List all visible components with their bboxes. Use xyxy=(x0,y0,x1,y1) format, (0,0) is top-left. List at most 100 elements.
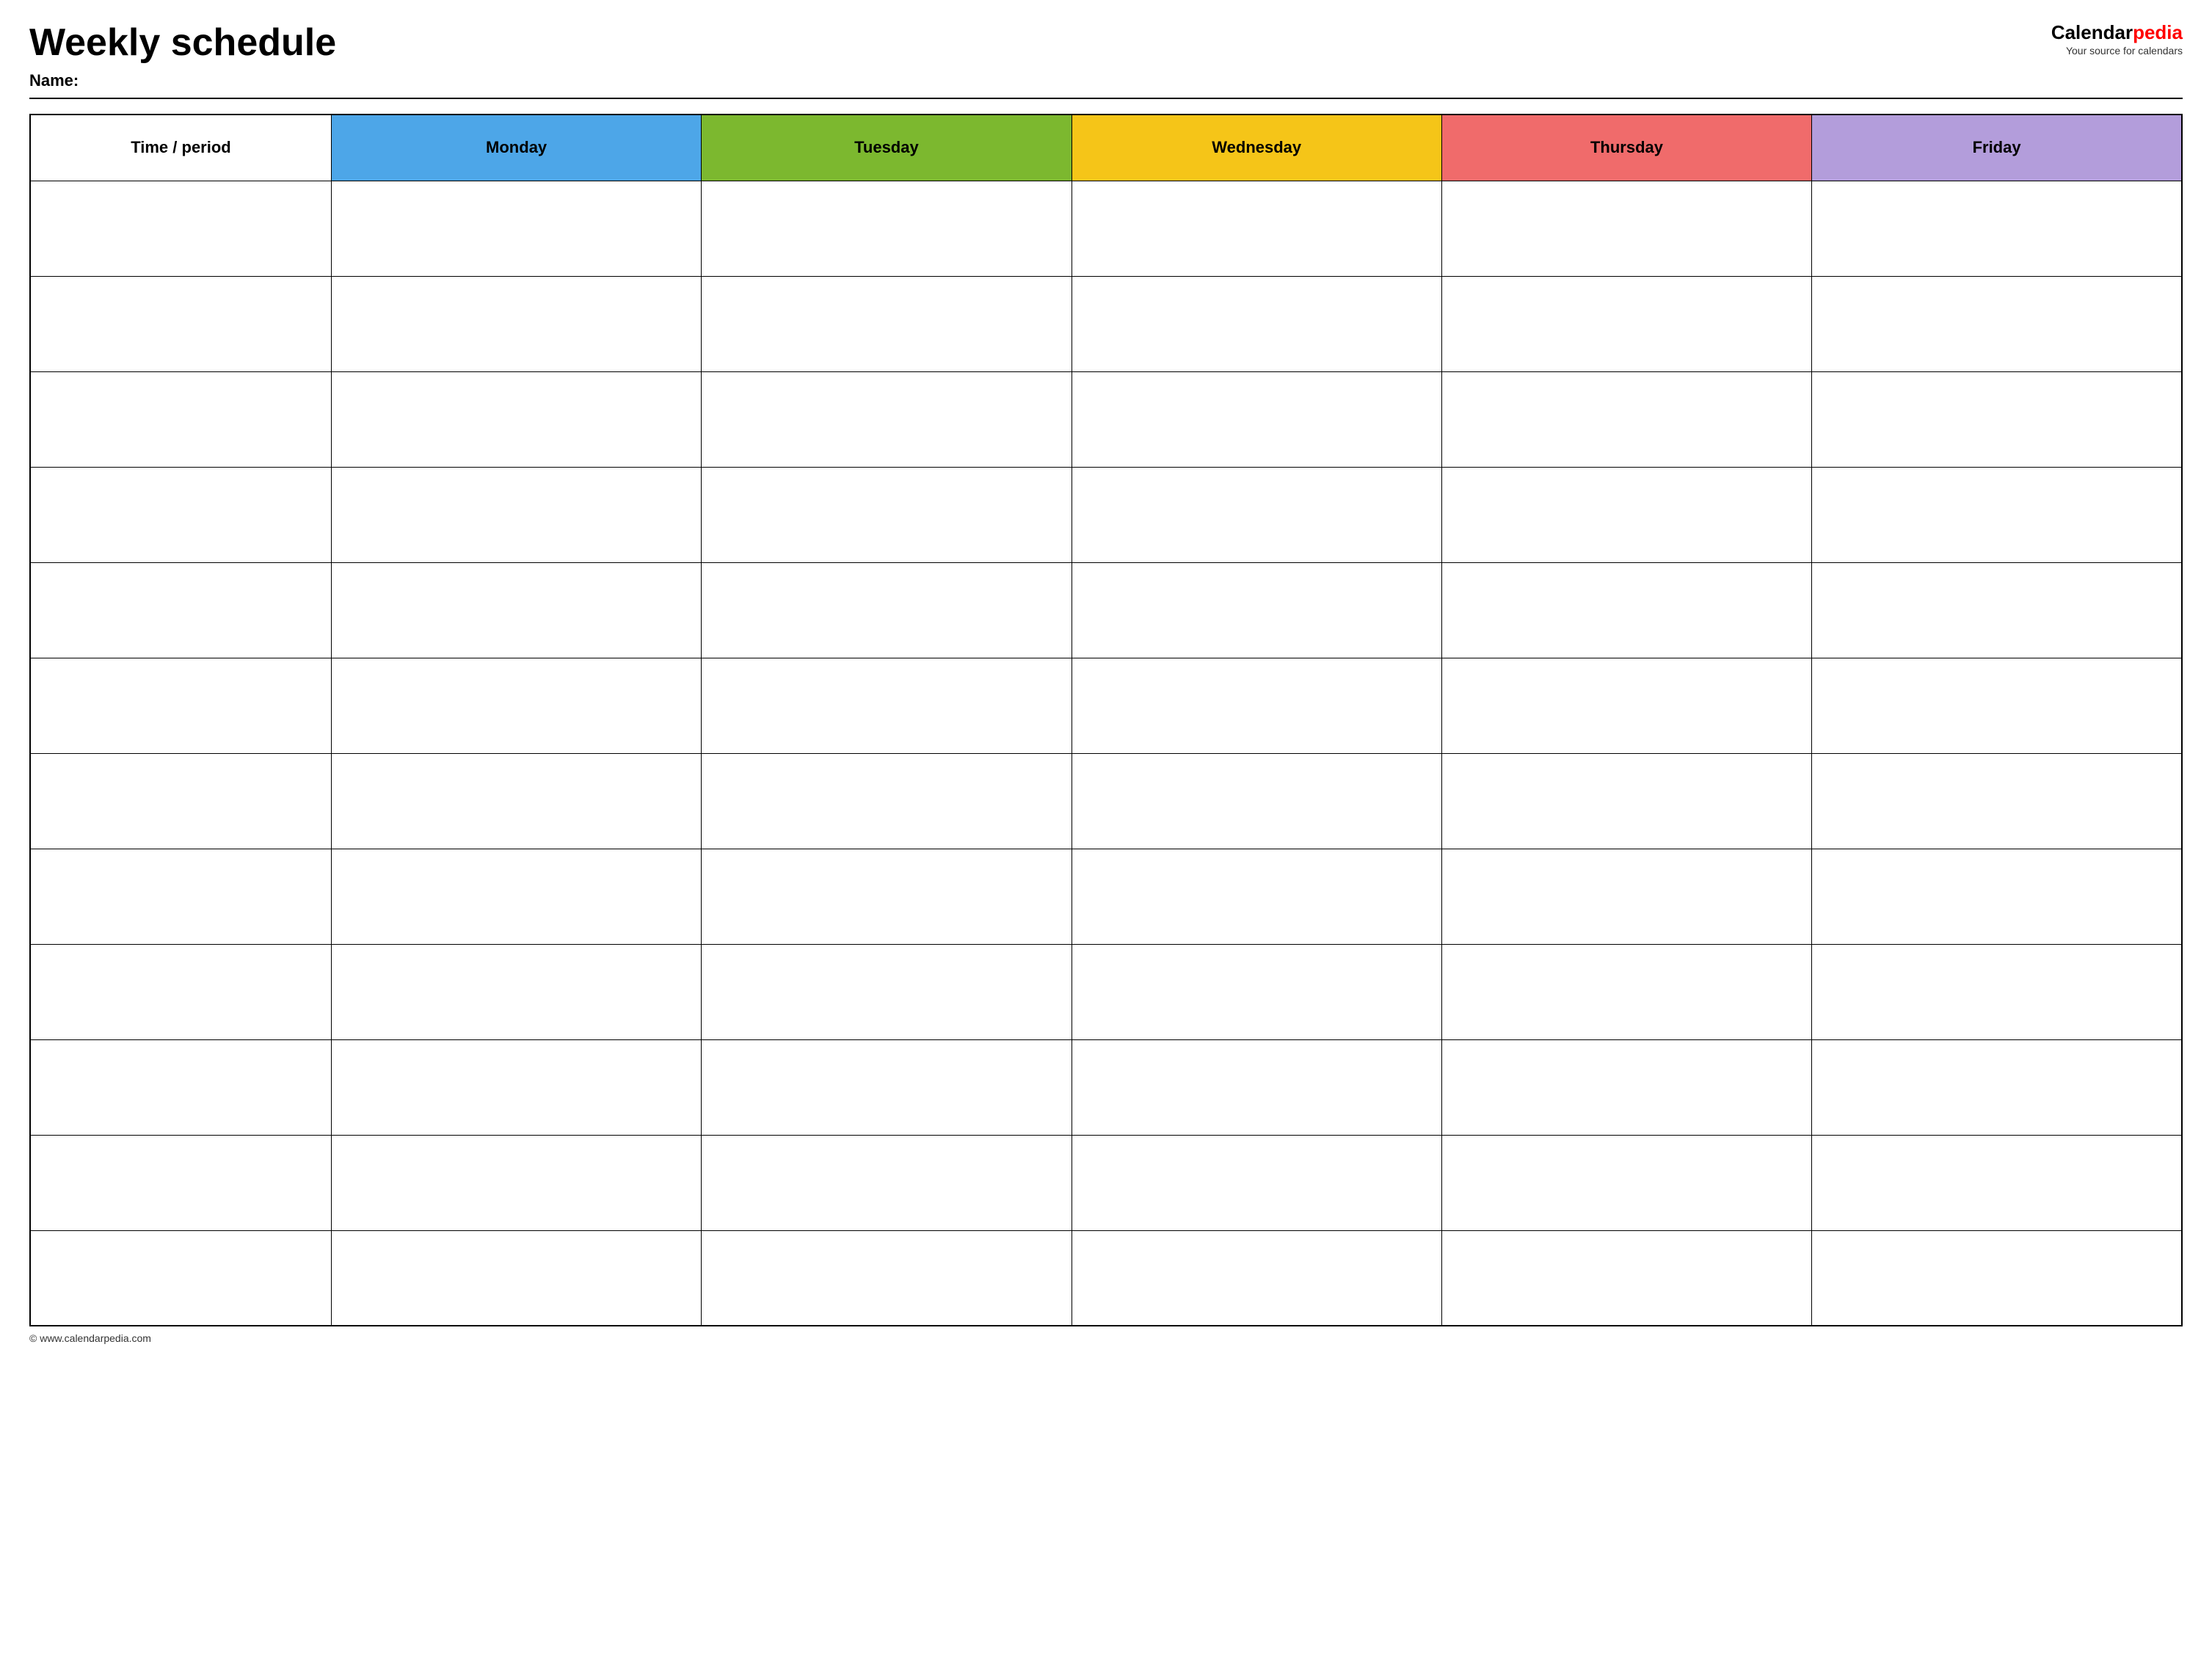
copyright-text: © www.calendarpedia.com xyxy=(29,1332,151,1344)
schedule-cell[interactable] xyxy=(1072,658,1441,753)
col-header-monday: Monday xyxy=(331,115,701,181)
schedule-cell[interactable] xyxy=(702,753,1072,849)
table-row[interactable] xyxy=(30,276,2182,371)
schedule-cell[interactable] xyxy=(1812,562,2182,658)
time-cell[interactable] xyxy=(30,181,331,276)
logo-part2: pedia xyxy=(2133,21,2183,43)
schedule-cell[interactable] xyxy=(1812,658,2182,753)
schedule-cell[interactable] xyxy=(1072,467,1441,562)
table-row[interactable] xyxy=(30,371,2182,467)
name-label: Name: xyxy=(29,71,336,90)
schedule-cell[interactable] xyxy=(1812,1230,2182,1326)
schedule-cell[interactable] xyxy=(1812,181,2182,276)
time-cell[interactable] xyxy=(30,562,331,658)
table-row[interactable] xyxy=(30,849,2182,944)
schedule-cell[interactable] xyxy=(331,1039,701,1135)
schedule-cell[interactable] xyxy=(1072,562,1441,658)
schedule-cell[interactable] xyxy=(331,849,701,944)
table-row[interactable] xyxy=(30,944,2182,1039)
time-cell[interactable] xyxy=(30,1230,331,1326)
schedule-cell[interactable] xyxy=(1441,753,1811,849)
schedule-cell[interactable] xyxy=(1441,276,1811,371)
schedule-cell[interactable] xyxy=(1441,944,1811,1039)
schedule-cell[interactable] xyxy=(1441,562,1811,658)
table-header-row: Time / period Monday Tuesday Wednesday T… xyxy=(30,115,2182,181)
schedule-cell[interactable] xyxy=(1812,944,2182,1039)
schedule-cell[interactable] xyxy=(1441,1135,1811,1230)
col-header-friday: Friday xyxy=(1812,115,2182,181)
schedule-cell[interactable] xyxy=(702,276,1072,371)
schedule-cell[interactable] xyxy=(1812,276,2182,371)
schedule-cell[interactable] xyxy=(702,1039,1072,1135)
footer: © www.calendarpedia.com xyxy=(29,1332,2183,1344)
schedule-cell[interactable] xyxy=(1812,849,2182,944)
schedule-cell[interactable] xyxy=(1441,1230,1811,1326)
logo-area: Calendarpedia Your source for calendars xyxy=(2051,22,2183,57)
page-title: Weekly schedule xyxy=(29,22,336,64)
schedule-cell[interactable] xyxy=(1812,753,2182,849)
time-cell[interactable] xyxy=(30,1039,331,1135)
time-cell[interactable] xyxy=(30,849,331,944)
schedule-cell[interactable] xyxy=(1072,849,1441,944)
schedule-cell[interactable] xyxy=(331,753,701,849)
schedule-cell[interactable] xyxy=(331,467,701,562)
table-row[interactable] xyxy=(30,1230,2182,1326)
time-cell[interactable] xyxy=(30,658,331,753)
schedule-cell[interactable] xyxy=(1812,371,2182,467)
schedule-cell[interactable] xyxy=(1072,1039,1441,1135)
schedule-cell[interactable] xyxy=(702,658,1072,753)
table-row[interactable] xyxy=(30,753,2182,849)
schedule-cell[interactable] xyxy=(331,1230,701,1326)
time-cell[interactable] xyxy=(30,467,331,562)
schedule-cell[interactable] xyxy=(1441,658,1811,753)
table-row[interactable] xyxy=(30,467,2182,562)
schedule-cell[interactable] xyxy=(702,1135,1072,1230)
schedule-cell[interactable] xyxy=(331,658,701,753)
schedule-cell[interactable] xyxy=(1441,181,1811,276)
table-row[interactable] xyxy=(30,1039,2182,1135)
schedule-cell[interactable] xyxy=(1441,467,1811,562)
time-cell[interactable] xyxy=(30,371,331,467)
time-cell[interactable] xyxy=(30,944,331,1039)
schedule-cell[interactable] xyxy=(331,562,701,658)
schedule-cell[interactable] xyxy=(1812,467,2182,562)
schedule-cell[interactable] xyxy=(1441,849,1811,944)
schedule-cell[interactable] xyxy=(702,371,1072,467)
time-cell[interactable] xyxy=(30,1135,331,1230)
table-row[interactable] xyxy=(30,1135,2182,1230)
schedule-cell[interactable] xyxy=(1072,1230,1441,1326)
schedule-cell[interactable] xyxy=(1072,276,1441,371)
schedule-cell[interactable] xyxy=(702,467,1072,562)
schedule-cell[interactable] xyxy=(702,849,1072,944)
schedule-cell[interactable] xyxy=(702,944,1072,1039)
col-header-time: Time / period xyxy=(30,115,331,181)
schedule-cell[interactable] xyxy=(331,944,701,1039)
schedule-cell[interactable] xyxy=(1812,1135,2182,1230)
schedule-cell[interactable] xyxy=(1072,944,1441,1039)
col-header-wednesday: Wednesday xyxy=(1072,115,1441,181)
schedule-cell[interactable] xyxy=(1812,1039,2182,1135)
schedule-body xyxy=(30,181,2182,1326)
schedule-cell[interactable] xyxy=(1441,371,1811,467)
title-area: Weekly schedule Name: xyxy=(29,22,336,90)
logo-brand: Calendarpedia xyxy=(2051,22,2183,43)
table-row[interactable] xyxy=(30,181,2182,276)
table-row[interactable] xyxy=(30,562,2182,658)
schedule-cell[interactable] xyxy=(1072,371,1441,467)
schedule-cell[interactable] xyxy=(331,276,701,371)
table-row[interactable] xyxy=(30,658,2182,753)
schedule-cell[interactable] xyxy=(702,181,1072,276)
col-header-thursday: Thursday xyxy=(1441,115,1811,181)
logo-tagline: Your source for calendars xyxy=(2066,45,2183,57)
time-cell[interactable] xyxy=(30,753,331,849)
schedule-cell[interactable] xyxy=(331,371,701,467)
schedule-cell[interactable] xyxy=(1072,753,1441,849)
schedule-cell[interactable] xyxy=(331,181,701,276)
schedule-cell[interactable] xyxy=(1441,1039,1811,1135)
schedule-cell[interactable] xyxy=(702,562,1072,658)
schedule-cell[interactable] xyxy=(702,1230,1072,1326)
schedule-cell[interactable] xyxy=(1072,181,1441,276)
schedule-cell[interactable] xyxy=(1072,1135,1441,1230)
schedule-cell[interactable] xyxy=(331,1135,701,1230)
time-cell[interactable] xyxy=(30,276,331,371)
